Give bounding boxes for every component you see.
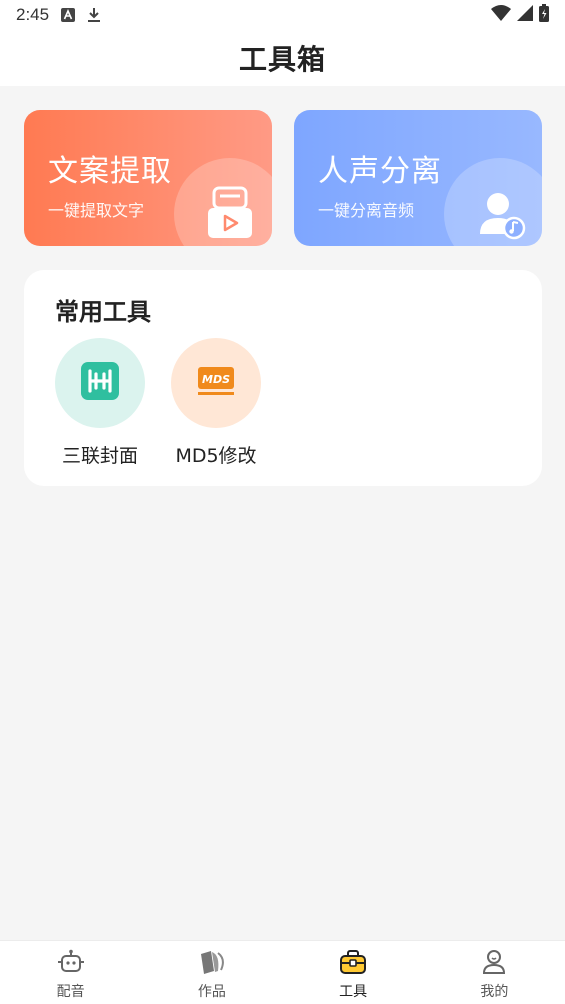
battery-icon xyxy=(539,4,549,26)
tool-icon-circle xyxy=(55,338,145,428)
person-music-icon xyxy=(476,184,528,244)
status-time: 2:45 xyxy=(16,5,50,24)
font-a-icon xyxy=(61,8,76,22)
common-tools-card: 常用工具 三联封面 MDS MD5修改 xyxy=(24,270,542,486)
tab-tools[interactable]: 工具 xyxy=(283,941,424,1004)
triple-cover-icon xyxy=(80,361,120,405)
tool-icon-circle: MDS xyxy=(171,338,261,428)
md5-icon-text: MDS xyxy=(202,373,230,386)
bottom-tab-bar: 配音 作品 工具 我的 xyxy=(0,940,565,1004)
works-icon xyxy=(198,949,226,979)
tool-label: 三联封面 xyxy=(61,445,138,467)
md5-icon: MDS xyxy=(196,365,236,401)
feature-card-title: 人声分离 xyxy=(318,154,442,189)
feature-card-copy-extract[interactable]: 文案提取 一键提取文字 xyxy=(24,110,272,246)
page-header: 工具箱 xyxy=(0,30,565,86)
tool-triple-cover[interactable]: 三联封面 xyxy=(40,338,160,468)
page-title: 工具箱 xyxy=(238,43,326,76)
download-icon xyxy=(87,7,101,23)
profile-icon xyxy=(480,949,508,979)
tab-label: 我的 xyxy=(480,984,509,1000)
toolbox-icon xyxy=(339,949,367,979)
robot-icon xyxy=(57,949,85,979)
feature-card-voice-separate[interactable]: 人声分离 一键分离音频 xyxy=(294,110,542,246)
wifi-icon xyxy=(491,5,511,25)
tab-works[interactable]: 作品 xyxy=(141,941,282,1004)
signal-icon xyxy=(517,5,533,25)
tab-label: 作品 xyxy=(197,984,226,1000)
feature-card-subtitle: 一键提取文字 xyxy=(48,201,145,220)
status-bar: 2:45 xyxy=(0,0,565,30)
video-box-icon xyxy=(206,184,254,244)
feature-card-title: 文案提取 xyxy=(48,154,172,189)
tab-label: 配音 xyxy=(56,984,85,1000)
tab-mine[interactable]: 我的 xyxy=(424,941,565,1004)
tool-md5-modify[interactable]: MDS MD5修改 xyxy=(156,338,276,468)
tool-label: MD5修改 xyxy=(175,445,257,467)
tab-label: 工具 xyxy=(339,984,368,1000)
tab-dubbing[interactable]: 配音 xyxy=(0,941,141,1004)
section-title: 常用工具 xyxy=(55,298,151,326)
feature-card-subtitle: 一键分离音频 xyxy=(318,201,415,220)
